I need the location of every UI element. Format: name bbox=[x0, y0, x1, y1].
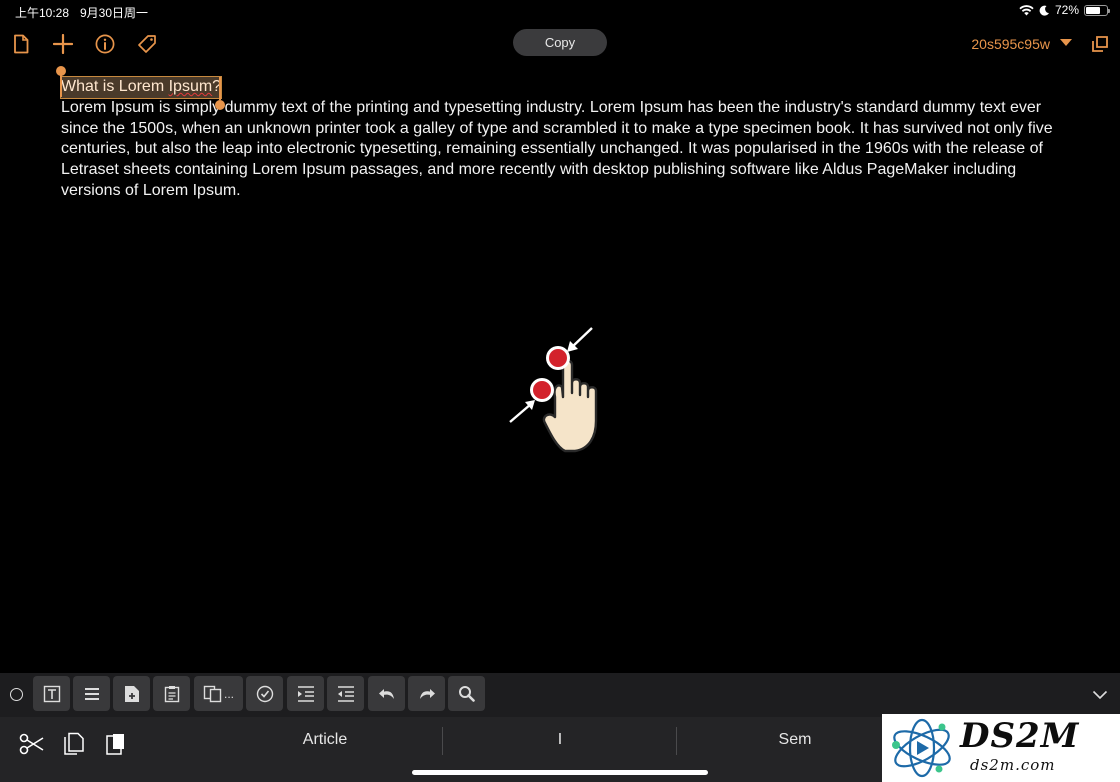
clipboard-button[interactable] bbox=[153, 676, 190, 711]
search-icon bbox=[459, 686, 475, 702]
suggestion-divider bbox=[676, 727, 677, 755]
copy-more-ellipsis: ... bbox=[223, 686, 234, 701]
collapse-chevron-icon[interactable] bbox=[1092, 687, 1108, 705]
battery-icon bbox=[1084, 4, 1110, 16]
add-page-button[interactable] bbox=[113, 676, 150, 711]
text-format-button[interactable] bbox=[33, 676, 70, 711]
moon-icon bbox=[1039, 5, 1049, 16]
redo-button[interactable] bbox=[408, 676, 445, 711]
suggestion-divider bbox=[442, 727, 443, 755]
copy-icon[interactable] bbox=[59, 729, 89, 759]
outdent-icon bbox=[337, 685, 354, 702]
chevron-down-icon[interactable] bbox=[1060, 39, 1072, 46]
document-icon[interactable] bbox=[9, 32, 33, 56]
atom-logo-icon bbox=[892, 718, 951, 778]
watermark-title: DS2M bbox=[960, 716, 1080, 756]
paste-icon[interactable] bbox=[101, 729, 131, 759]
redo-icon bbox=[419, 688, 435, 699]
search-button[interactable] bbox=[448, 676, 485, 711]
suggestion-2[interactable]: I bbox=[485, 731, 635, 749]
status-indicators: 72% bbox=[1019, 3, 1110, 17]
cut-icon[interactable] bbox=[17, 729, 47, 759]
suggestion-1[interactable]: Article bbox=[250, 731, 400, 749]
status-date: 9月30日周一 bbox=[80, 6, 149, 20]
clipboard-icon bbox=[164, 685, 179, 702]
checkbox-icon bbox=[256, 685, 273, 702]
undo-icon bbox=[378, 688, 394, 699]
heading-text-start: What is Lorem bbox=[61, 78, 169, 95]
fullscreen-icon[interactable] bbox=[1088, 32, 1112, 56]
selection-start-bar bbox=[60, 74, 62, 97]
undo-button[interactable] bbox=[368, 676, 405, 711]
circle-toggle-icon[interactable] bbox=[10, 688, 23, 701]
copy-more-icon bbox=[203, 685, 222, 702]
home-indicator[interactable] bbox=[412, 770, 708, 775]
list-icon bbox=[84, 687, 99, 700]
misspelled-word: Ipsum bbox=[168, 78, 213, 95]
top-toolbar: Copy 20s595c95w bbox=[0, 28, 1120, 60]
copy-button[interactable]: Copy bbox=[513, 29, 607, 56]
note-editor[interactable]: What is Lorem Ipsum? Lorem Ipsum is simp… bbox=[56, 66, 1071, 202]
selection-end-handle[interactable] bbox=[215, 99, 226, 110]
watermark-url: ds2m.com bbox=[970, 756, 1056, 774]
text-format-icon bbox=[43, 685, 60, 702]
selection-end-bar bbox=[219, 77, 222, 100]
selection-start-handle[interactable] bbox=[56, 66, 66, 76]
suggestion-3[interactable]: Sem bbox=[720, 731, 870, 749]
add-page-icon bbox=[124, 685, 139, 702]
checkbox-button[interactable] bbox=[246, 676, 283, 711]
outdent-button[interactable] bbox=[327, 676, 364, 711]
status-bar: 上午10:28 9月30日周一 72% bbox=[0, 0, 1120, 22]
selected-heading[interactable]: What is Lorem Ipsum? bbox=[56, 66, 226, 110]
list-button[interactable] bbox=[73, 676, 110, 711]
copy-more-button[interactable]: ... bbox=[194, 676, 243, 711]
add-icon[interactable] bbox=[51, 32, 75, 56]
indent-button[interactable] bbox=[287, 676, 324, 711]
document-title[interactable]: 20s595c95w bbox=[971, 36, 1050, 52]
tag-icon[interactable] bbox=[135, 32, 159, 56]
body-paragraph: Lorem Ipsum is simply dummy text of the … bbox=[61, 98, 1053, 199]
wifi-icon bbox=[1019, 4, 1034, 15]
status-time: 上午10:28 bbox=[15, 6, 70, 20]
watermark-logo: DS2M ds2m.com bbox=[882, 714, 1120, 782]
info-icon[interactable] bbox=[93, 32, 117, 56]
pinch-gesture-icon bbox=[509, 327, 598, 453]
format-toolbar: ... bbox=[0, 673, 1120, 717]
battery-percent: 72% bbox=[1054, 3, 1079, 17]
battery-level bbox=[1086, 6, 1101, 14]
indent-icon bbox=[297, 685, 314, 702]
